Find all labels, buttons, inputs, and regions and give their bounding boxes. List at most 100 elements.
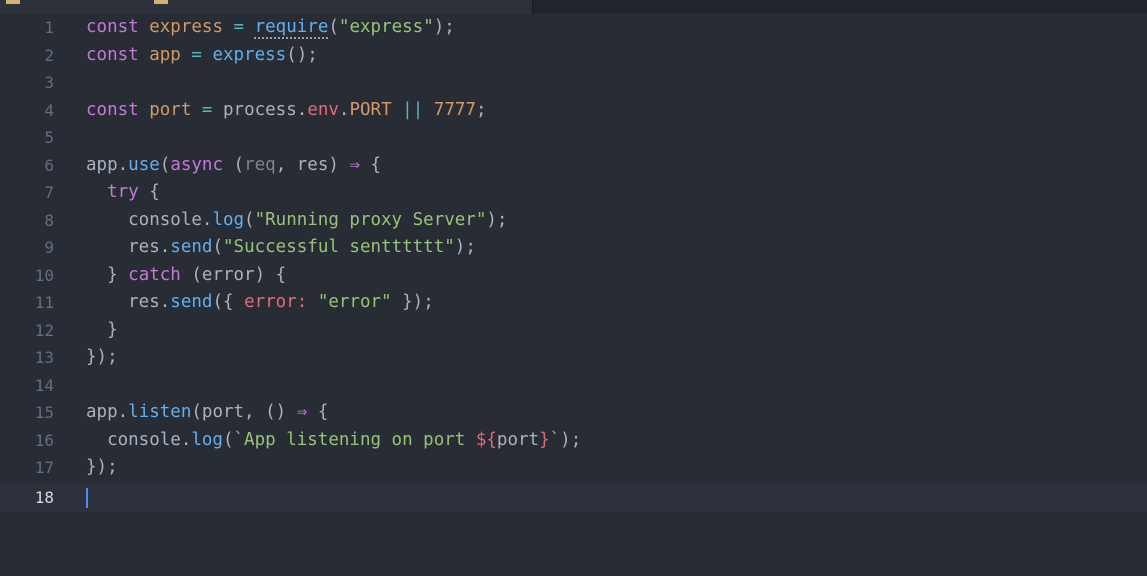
- code-line[interactable]: 13 });: [0, 344, 1147, 372]
- tab-active[interactable]: [0, 0, 533, 14]
- function-call: express: [212, 44, 287, 65]
- parameter: res: [296, 154, 329, 175]
- line-number: 1: [44, 18, 54, 37]
- code-text[interactable]: app.use(async (req, res) ⇒ {: [86, 152, 381, 180]
- code-line[interactable]: 3: [0, 69, 1147, 97]
- operator: =: [191, 99, 223, 120]
- punctuation: ();: [286, 44, 318, 65]
- template-literal: `App listening on port: [233, 429, 476, 450]
- function-call: send: [170, 292, 213, 312]
- code-line[interactable]: 10 } catch (error) {: [0, 262, 1147, 290]
- identifier: (error) {: [180, 264, 287, 285]
- template-interpolation: }: [539, 429, 550, 450]
- punctuation: );: [560, 429, 582, 450]
- string-literal: "Successful sentttttt": [223, 237, 455, 257]
- punctuation: (: [212, 237, 223, 257]
- code-line[interactable]: 16 console.log(`App listening on port ${…: [0, 427, 1147, 455]
- file-icon: [6, 0, 20, 4]
- code-text[interactable]: app.listen(port, () ⇒ {: [86, 399, 328, 427]
- punctuation: (: [222, 429, 234, 450]
- line-number: 15: [34, 403, 54, 422]
- code-line[interactable]: 15 app.listen(port, () ⇒ {: [0, 399, 1147, 427]
- string-literal: "express": [338, 17, 434, 37]
- code-text[interactable]: res.send({ error: "error" });: [86, 289, 434, 317]
- code-text[interactable]: });: [86, 344, 118, 372]
- string-literal: "Running proxy Server": [254, 209, 487, 230]
- punctuation: (: [328, 17, 339, 37]
- code-line[interactable]: 9 res.send("Successful sentttttt");: [0, 234, 1147, 262]
- keyword: async: [170, 154, 223, 175]
- line-number: 18: [34, 488, 54, 507]
- line-number: 10: [34, 265, 54, 285]
- code-line[interactable]: 12 }: [0, 317, 1147, 345]
- line-number: 11: [34, 293, 54, 312]
- punctuation: });: [391, 292, 434, 312]
- punctuation: ({: [212, 292, 245, 312]
- line-number: 9: [44, 238, 54, 257]
- code-line[interactable]: 4 const port = process.env.PORT || 7777;: [0, 97, 1147, 125]
- keyword: try: [107, 182, 139, 202]
- keyword: const: [86, 44, 139, 65]
- punctuation: }: [86, 264, 129, 285]
- code-text[interactable]: const app = express();: [86, 42, 318, 70]
- function-call: listen: [128, 402, 192, 422]
- identifier: console.: [86, 209, 213, 230]
- code-line[interactable]: 1 const express = require("express");: [0, 14, 1147, 42]
- punctuation: (port, (): [191, 402, 297, 422]
- keyword: const: [86, 99, 139, 120]
- property: error: [244, 292, 297, 312]
- punctuation: {: [138, 182, 160, 202]
- identifier: app: [86, 154, 118, 175]
- code-line-active[interactable]: 18: [0, 484, 1147, 512]
- line-number: 8: [44, 210, 54, 230]
- code-text[interactable]: }: [86, 317, 118, 345]
- punctuation: {: [360, 154, 382, 175]
- string-literal: "error": [317, 292, 392, 312]
- code-line[interactable]: 6 app.use(async (req, res) ⇒ {: [0, 152, 1147, 180]
- line-number: 4: [44, 100, 54, 120]
- punctuation: }: [86, 319, 118, 340]
- code-line[interactable]: 7 try {: [0, 179, 1147, 207]
- punctuation: ): [328, 154, 350, 175]
- code-line[interactable]: 17 });: [0, 454, 1147, 482]
- function-call: log: [191, 429, 223, 450]
- property: PORT: [349, 99, 392, 120]
- code-line[interactable]: 14: [0, 372, 1147, 400]
- punctuation: });: [86, 457, 118, 477]
- file-icon: [154, 0, 168, 4]
- punctuation: (: [244, 209, 255, 230]
- code-line[interactable]: 2 const app = express();: [0, 42, 1147, 70]
- punctuation: .: [338, 99, 350, 120]
- punctuation: ;: [475, 99, 487, 120]
- identifier: res.: [86, 237, 171, 257]
- code-text[interactable]: });: [86, 454, 118, 482]
- code-editor[interactable]: 1 const express = require("express"); 2 …: [0, 14, 1147, 576]
- punctuation: .: [117, 154, 129, 175]
- code-line[interactable]: 5: [0, 124, 1147, 152]
- code-text[interactable]: try {: [86, 179, 160, 207]
- code-text[interactable]: console.log(`App listening on port ${por…: [86, 427, 581, 455]
- operator: =: [223, 17, 255, 37]
- identifier: app.: [86, 402, 129, 422]
- punctuation: {: [307, 402, 329, 422]
- line-number: 17: [34, 458, 54, 477]
- parameter: req: [244, 154, 276, 175]
- code-line[interactable]: 11 res.send({ error: "error" });: [0, 289, 1147, 317]
- tab-bar: [0, 0, 1147, 14]
- code-text[interactable]: const port = process.env.PORT || 7777;: [86, 97, 486, 125]
- number-literal: 7777: [433, 99, 476, 120]
- code-text[interactable]: } catch (error) {: [86, 262, 286, 290]
- code-text[interactable]: const express = require("express");: [86, 14, 455, 42]
- keyword: const: [86, 17, 139, 37]
- code-line[interactable]: 8 console.log("Running proxy Server");: [0, 207, 1147, 235]
- punctuation: :: [296, 292, 318, 312]
- punctuation: .: [296, 99, 308, 120]
- function-call: use: [128, 154, 160, 175]
- code-text[interactable]: res.send("Successful sentttttt");: [86, 234, 476, 262]
- identifier: console.: [86, 429, 192, 450]
- line-number: 16: [34, 430, 54, 450]
- code-text[interactable]: console.log("Running proxy Server");: [86, 207, 507, 235]
